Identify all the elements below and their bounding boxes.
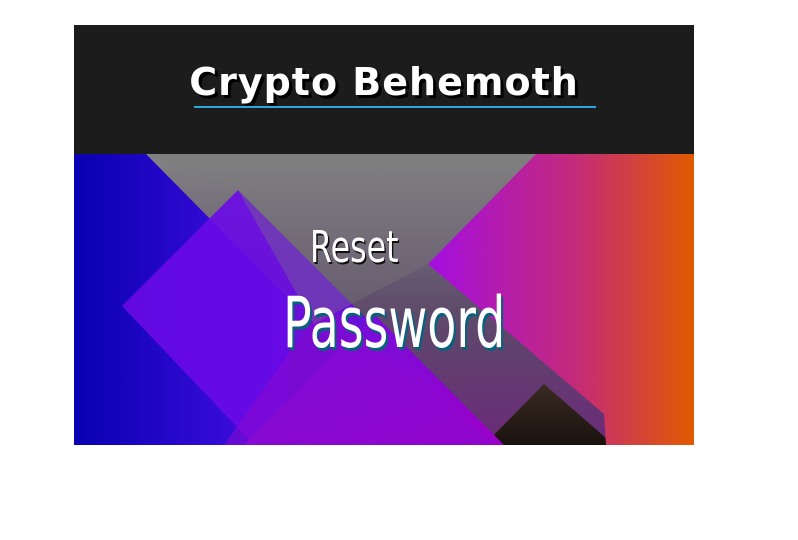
brand-title: Crypto Behemoth [189,60,579,104]
hero-line-1: Reset [310,222,399,273]
hero-line-2: Password [283,282,506,364]
hero-banner: Reset Password [74,154,694,445]
reset-password-card: Crypto Behemoth Reset Password [74,25,694,445]
brand-title-underline [194,106,596,108]
brand-header: Crypto Behemoth [74,25,694,154]
